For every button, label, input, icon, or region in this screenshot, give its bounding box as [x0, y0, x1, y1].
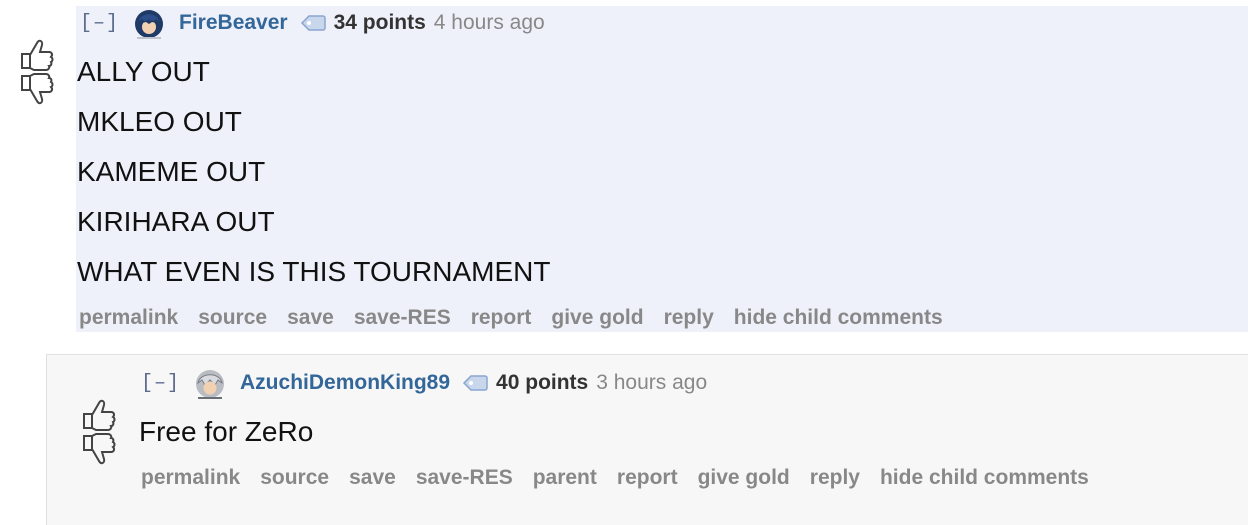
collapse-toggle[interactable]: [–] [80, 12, 119, 35]
score: 34 points [333, 11, 426, 34]
comment-tagline: [–] AzuchiDemonKing89 40 points 3 hours … [141, 366, 707, 400]
parent-link[interactable]: parent [533, 466, 597, 490]
flair-tag-icon [462, 375, 488, 391]
comment-text-line: MKLEO OUT [77, 106, 242, 137]
comment-actions: permalink source save save-RES report gi… [79, 306, 963, 330]
collapse-toggle[interactable]: [–] [141, 372, 180, 395]
user-avatar-icon [196, 370, 225, 399]
thumbs-down-icon[interactable] [16, 72, 56, 110]
score: 40 points [496, 371, 589, 394]
thumbs-up-icon[interactable] [78, 394, 118, 432]
comment-text-line: ALLY OUT [77, 56, 210, 87]
author-link[interactable]: FireBeaver [179, 11, 288, 35]
comment-tagline: [–] FireBeaver 34 points 4 hours ago [80, 6, 545, 40]
reply-link[interactable]: reply [810, 466, 860, 490]
timestamp: 3 hours ago [596, 371, 708, 394]
timestamp: 4 hours ago [433, 11, 545, 34]
thumbs-up-icon[interactable] [16, 34, 56, 72]
save-res-link[interactable]: save-RES [354, 306, 451, 330]
flair-tag-icon [300, 15, 326, 31]
permalink-link[interactable]: permalink [141, 466, 240, 490]
vote-arrows [16, 34, 60, 110]
vote-arrows [78, 394, 122, 470]
comment-text-line: WHAT EVEN IS THIS TOURNAMENT [77, 256, 551, 287]
give-gold-link[interactable]: give gold [698, 466, 790, 490]
user-avatar-icon [135, 10, 164, 39]
report-link[interactable]: report [617, 466, 678, 490]
comment-actions: permalink source save save-RES parent re… [141, 466, 1109, 490]
save-link[interactable]: save [287, 306, 334, 330]
give-gold-link[interactable]: give gold [551, 306, 643, 330]
hide-child-comments-link[interactable]: hide child comments [734, 306, 943, 330]
reply-link[interactable]: reply [664, 306, 714, 330]
save-res-link[interactable]: save-RES [416, 466, 513, 490]
save-link[interactable]: save [349, 466, 396, 490]
report-link[interactable]: report [471, 306, 532, 330]
source-link[interactable]: source [198, 306, 267, 330]
permalink-link[interactable]: permalink [79, 306, 178, 330]
author-link[interactable]: AzuchiDemonKing89 [240, 371, 450, 395]
source-link[interactable]: source [260, 466, 329, 490]
comment-text-line: KAMEME OUT [77, 156, 266, 187]
comment-text-line: Free for ZeRo [139, 416, 314, 447]
comment-text-line: KIRIHARA OUT [77, 206, 275, 237]
thumbs-down-icon[interactable] [78, 432, 118, 470]
hide-child-comments-link[interactable]: hide child comments [880, 466, 1089, 490]
